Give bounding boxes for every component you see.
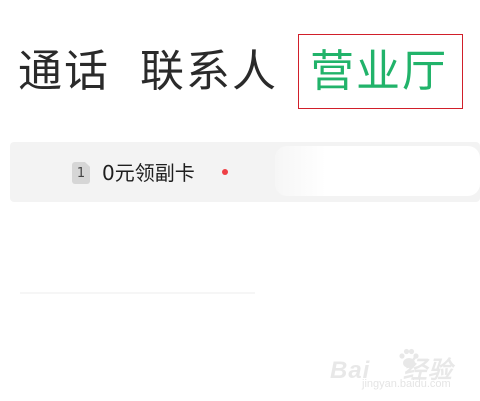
- top-tab-bar: 通话 联系人 营业厅: [0, 0, 480, 120]
- sim-number: 1: [76, 165, 86, 181]
- watermark-url: jingyan.baidu.com: [362, 378, 451, 390]
- sim-card-icon: 1: [72, 162, 90, 184]
- highlight-annotation-box: [298, 34, 463, 109]
- paw-icon: [399, 348, 419, 368]
- secondary-card-promo[interactable]: 1 0元领副卡: [10, 142, 480, 202]
- tab-calls[interactable]: 通话: [18, 42, 110, 102]
- app-screen: 通话 联系人 营业厅 1 0元领副卡 Bai 经验 jingyan.baidu.…: [0, 0, 480, 401]
- baidu-jingyan-watermark: Bai 经验 jingyan.baidu.com: [330, 344, 470, 394]
- tab-contacts[interactable]: 联系人: [140, 42, 278, 102]
- divider: [20, 292, 255, 294]
- notification-dot: [222, 169, 228, 175]
- card-search-area: [275, 146, 480, 196]
- promo-label: 0元领副卡: [102, 161, 195, 185]
